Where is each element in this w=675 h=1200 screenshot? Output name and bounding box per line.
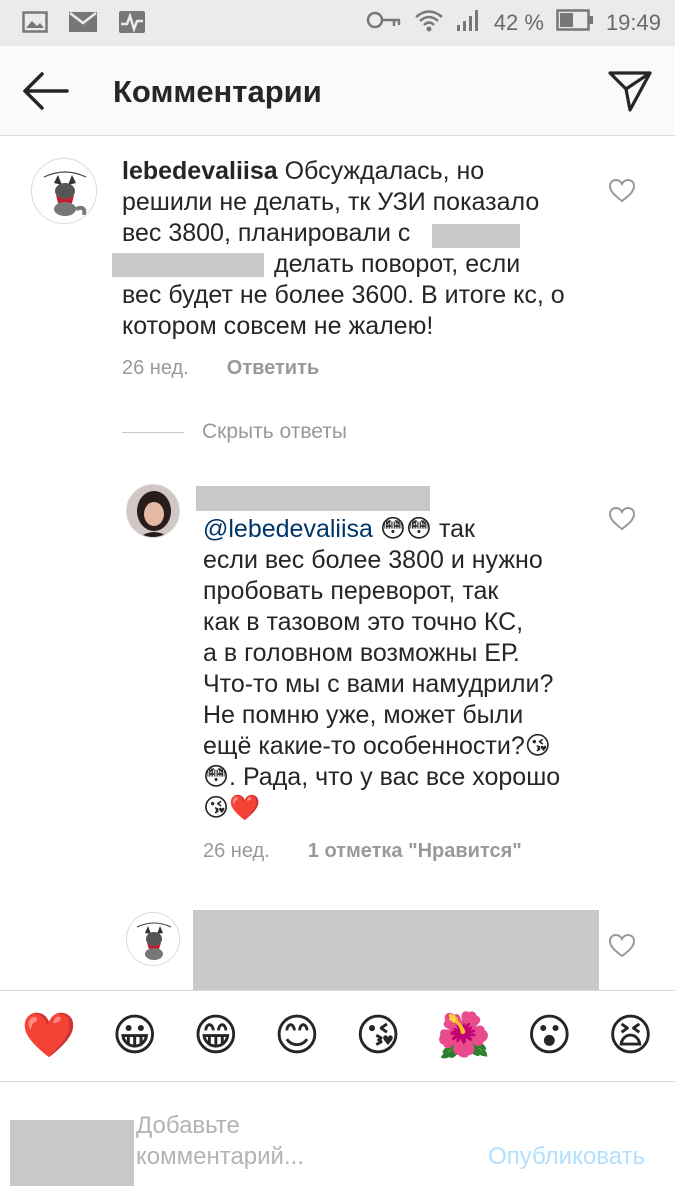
redacted-avatar: [10, 1120, 134, 1186]
arrow-left-icon: [23, 72, 69, 110]
reply-button[interactable]: Ответить: [227, 355, 319, 381]
comment-time: 26 нед.: [122, 357, 189, 379]
reply-text-line: а в головном возможны ЕР.: [203, 639, 520, 667]
heart-outline-icon: [608, 506, 636, 531]
reply-text-line: так: [438, 515, 475, 543]
page-title: Комментарии: [113, 74, 322, 109]
battery-icon: [556, 9, 594, 37]
like-button[interactable]: [608, 506, 636, 532]
emoji-button-surprised[interactable]: 😮: [526, 1010, 572, 1062]
fox-logo-icon: [128, 914, 179, 965]
comment-text-line: Обсуждалась, но: [284, 157, 485, 185]
fox-logo-icon: [33, 160, 96, 223]
emoji-button-grin[interactable]: 😁: [193, 1010, 239, 1062]
mail-icon: [68, 11, 98, 39]
heart-outline-icon: [608, 933, 636, 958]
emoji-button-grinning[interactable]: 😀: [112, 1010, 158, 1062]
placeholder-line: Добавьте: [136, 1112, 240, 1139]
comment-input[interactable]: Добавьте комментарий...: [136, 1110, 436, 1172]
avatar[interactable]: [126, 484, 180, 538]
redacted-comment: [193, 910, 599, 990]
status-bar-system: 42 % 19:49: [366, 8, 661, 38]
comment-username[interactable]: lebedevaliisa: [122, 157, 278, 185]
avatar[interactable]: [31, 158, 97, 224]
status-bar: 42 % 19:49: [0, 0, 675, 46]
comment-body: lebedevaliisa Обсуждалась, но решили не …: [122, 156, 582, 342]
emoji-button-hibiscus[interactable]: 🌺: [436, 1010, 491, 1062]
app-header: Комментарии: [0, 46, 675, 136]
reply-text-line: 😘❤️: [203, 794, 261, 822]
comment-text-line: котором совсем не жалею!: [122, 312, 434, 340]
comment-text-line: вес будет не более 3600. В итоге кс, о: [122, 281, 565, 309]
battery-percent: 42 %: [493, 10, 544, 35]
reply-meta: 26 нед. 1 отметка "Нравится": [203, 838, 522, 864]
comment: lebedevaliisa Обсуждалась, но решили не …: [0, 136, 675, 406]
key-icon: [366, 9, 402, 37]
emoji: 😳😳: [379, 515, 432, 543]
reply-text-line: Что-то мы с вами намудрили?: [203, 670, 554, 698]
heart-outline-icon: [608, 178, 636, 203]
redacted-text: [432, 224, 520, 248]
reply-time: 26 нед.: [203, 840, 270, 862]
signal-icon: [456, 8, 482, 38]
emoji-quick-bar: ❤️ 😀 😁 😊 😘 🌺 😮 😫: [0, 990, 675, 1082]
divider: [122, 431, 184, 433]
reply-text-line: ещё какие-то особенности?😘: [203, 732, 551, 760]
reply-body: @lebedevaliisa 😳😳 так если вес более 380…: [203, 514, 603, 824]
back-button[interactable]: [20, 68, 70, 114]
reply-text-line: Не помню уже, может были: [203, 701, 524, 729]
emoji-button-tired[interactable]: 😫: [607, 1010, 653, 1062]
hide-replies-button[interactable]: Скрыть ответы: [122, 420, 347, 444]
emoji-button-heart[interactable]: ❤️: [22, 1010, 77, 1062]
clock: 19:49: [605, 10, 661, 35]
hide-replies-label: Скрыть ответы: [202, 420, 347, 443]
likes-count-link[interactable]: 1 отметка "Нравится": [308, 838, 522, 864]
redacted-text: [112, 253, 264, 277]
like-button[interactable]: [608, 933, 636, 959]
comment-text-line: решили не делать, тк УЗИ показало: [122, 188, 540, 216]
profile-photo: [127, 485, 179, 537]
publish-button[interactable]: Опубликовать: [488, 1142, 645, 1172]
reply-text-line: пробовать переворот, так: [203, 577, 499, 605]
avatar[interactable]: [126, 912, 180, 966]
comment: [0, 900, 675, 990]
gallery-icon: [22, 11, 48, 39]
redacted-username: [196, 486, 430, 511]
mention-link[interactable]: @lebedevaliisa: [203, 515, 373, 543]
reply-text-line: 😳. Рада, что у вас все хорошо: [203, 763, 561, 791]
comment-compose-bar: Добавьте комментарий... Опубликовать: [0, 1082, 675, 1200]
placeholder-line: комментарий...: [136, 1143, 304, 1170]
like-button[interactable]: [608, 178, 636, 204]
reply-text-line: как в тазовом это точно КС,: [203, 608, 524, 636]
status-bar-notifications: [22, 10, 146, 40]
activity-icon: [118, 10, 146, 40]
direct-share-button[interactable]: [607, 68, 653, 114]
comment-meta: 26 нед. Ответить: [122, 355, 319, 381]
wifi-icon: [414, 8, 444, 38]
reply-text-line: если вес более 3800 и нужно: [203, 546, 543, 574]
reply-comment: @lebedevaliisa 😳😳 так если вес более 380…: [0, 470, 675, 880]
emoji-button-blush[interactable]: 😊: [274, 1010, 320, 1062]
paper-plane-icon: [608, 71, 652, 112]
emoji-button-kiss[interactable]: 😘: [355, 1010, 401, 1062]
